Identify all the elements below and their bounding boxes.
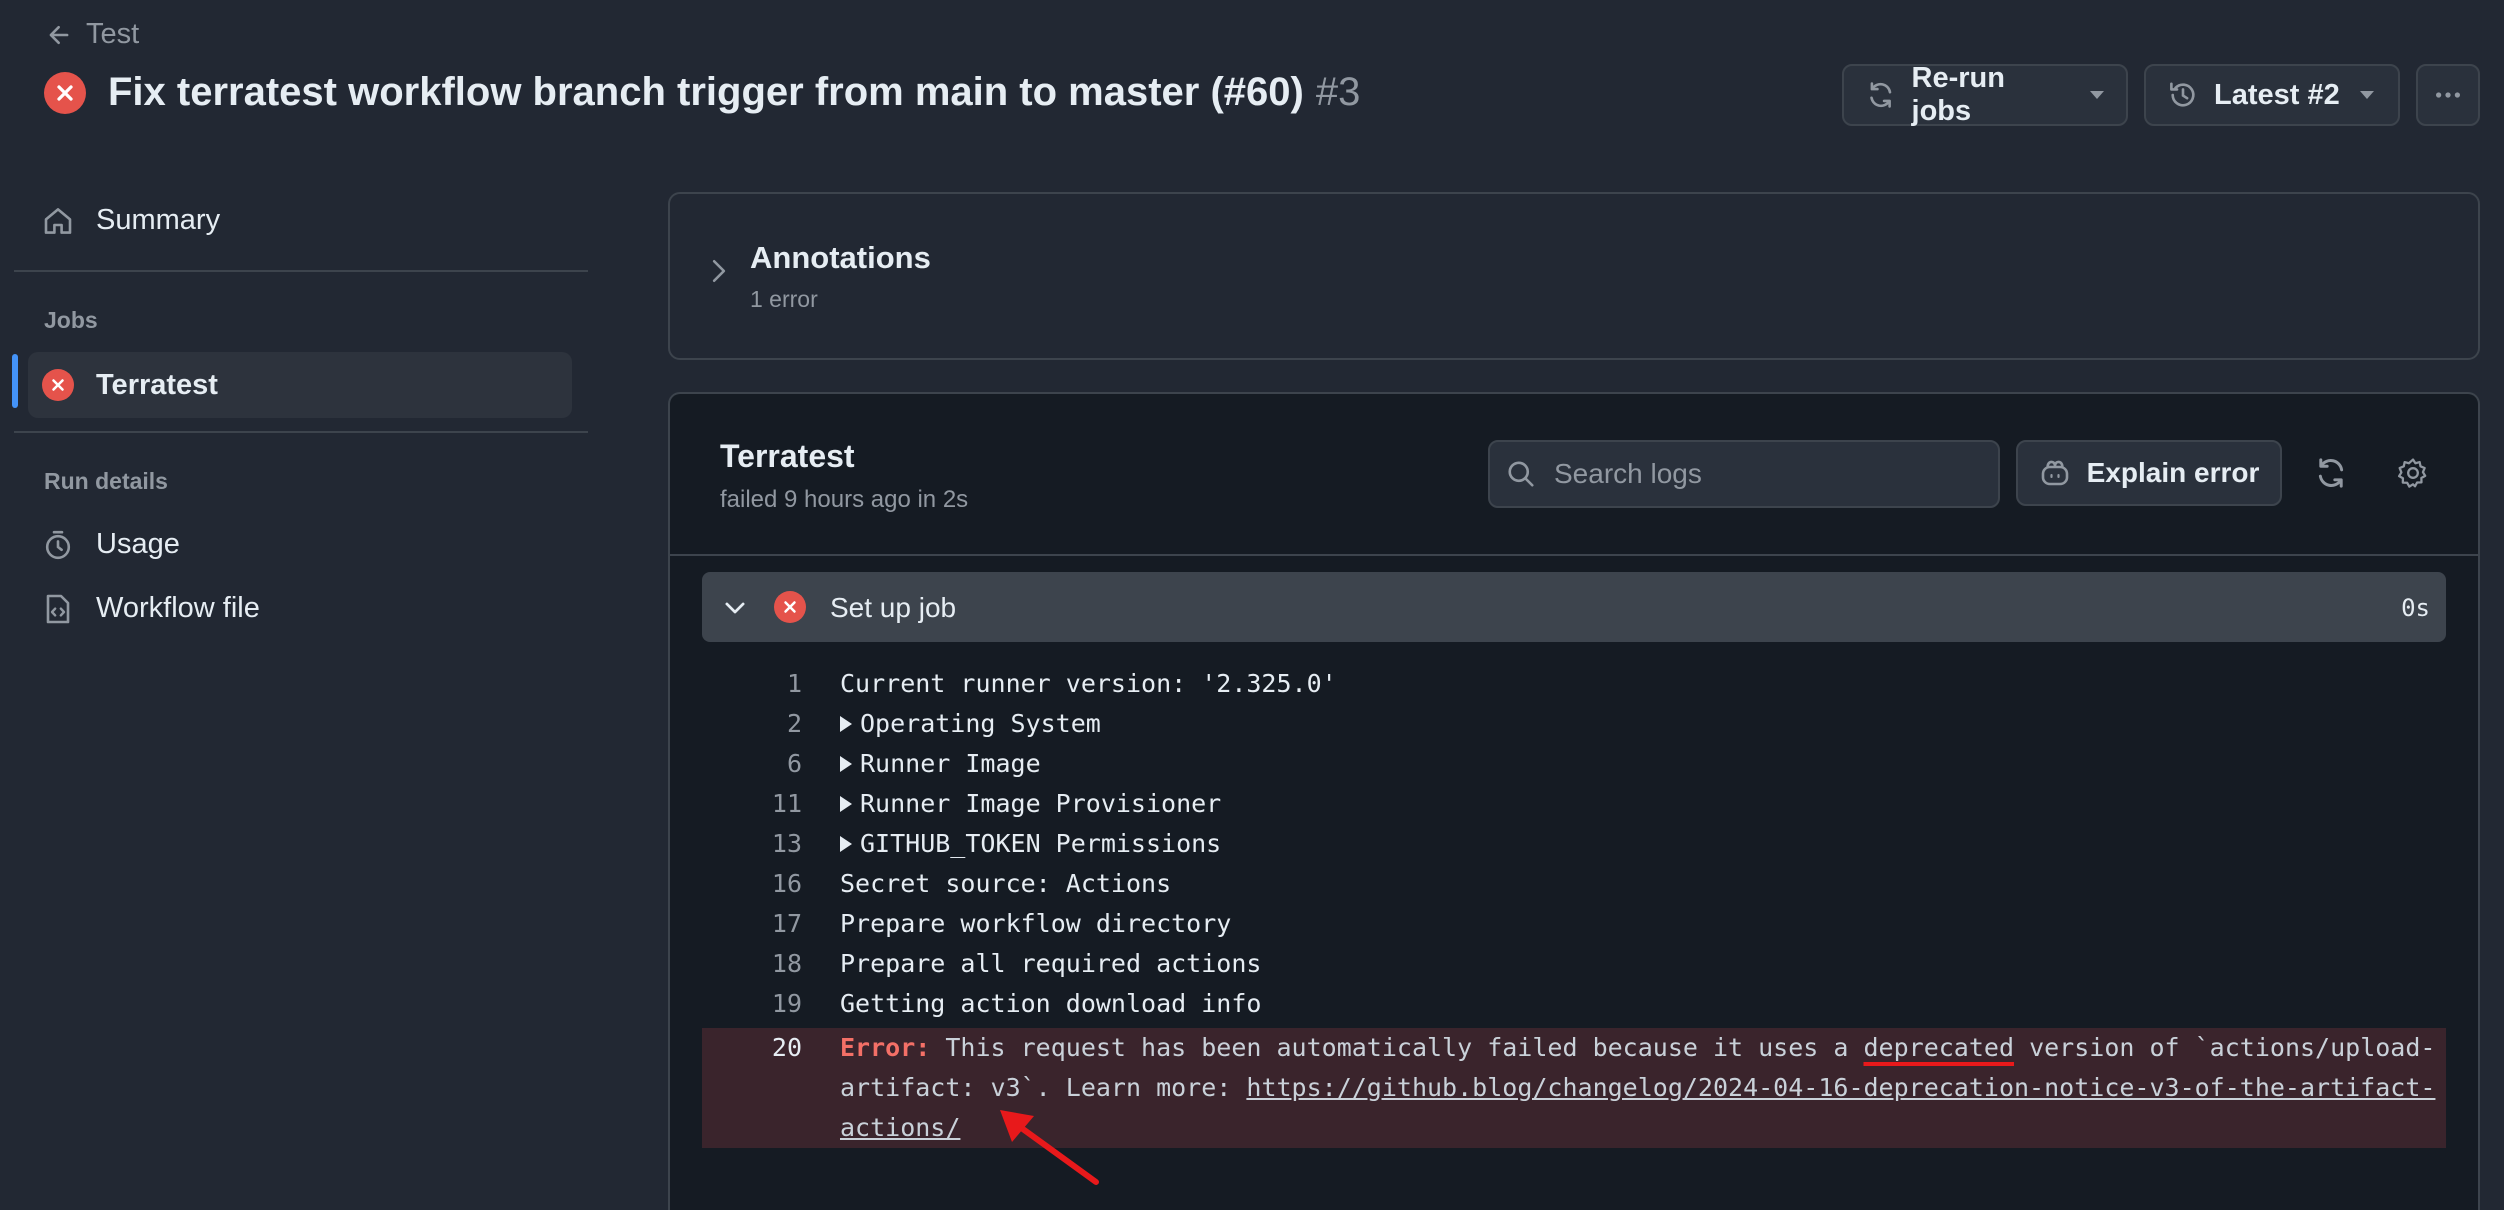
sidebar-item-usage[interactable]: Usage [42, 528, 180, 561]
log-text: Runner Image Provisioner [840, 784, 1221, 824]
log-text-content: Operating System [860, 709, 1101, 738]
step-name: Set up job [830, 592, 957, 623]
sidebar-item-workflow-file[interactable]: Workflow file [42, 592, 260, 625]
job-log-panel: Terratest failed 9 hours ago in 2s Searc… [668, 392, 2480, 1210]
log-line: 19 Getting action download info [702, 984, 2446, 1024]
log-line: 1 Current runner version: '2.325.0' [702, 664, 2446, 704]
log-line: 17 Prepare workflow directory [702, 904, 2446, 944]
line-number: 6 [786, 749, 802, 778]
log-text-content: Prepare all required actions [840, 949, 1262, 978]
log-text: Prepare all required actions [840, 944, 1261, 984]
refresh-logs-button[interactable] [2314, 456, 2348, 495]
sidebar-item-summary[interactable]: Summary [42, 204, 220, 237]
history-icon [2170, 82, 2195, 107]
sidebar-item-terratest[interactable]: Terratest [28, 352, 572, 418]
log-text: Prepare workflow directory [840, 904, 1231, 944]
chevron-down-icon [2090, 91, 2104, 99]
log-line[interactable]: 6 Runner Image [702, 744, 2446, 784]
log-text: Current runner version: '2.325.0' [840, 664, 1337, 704]
stopwatch-icon [45, 530, 71, 559]
more-options-button[interactable] [2416, 64, 2480, 126]
sidebar-divider [14, 270, 588, 272]
log-line: 18 Prepare all required actions [702, 944, 2446, 984]
explain-error-button[interactable]: Explain error [2016, 440, 2282, 506]
log-settings-button[interactable] [2396, 456, 2430, 495]
job-header-divider [670, 554, 2478, 556]
deprecated-highlight: deprecated [1863, 1033, 2015, 1062]
active-indicator [12, 354, 18, 408]
jobs-heading: Jobs [44, 307, 98, 333]
job-status-text: failed 9 hours ago in 2s [720, 486, 969, 513]
home-icon [44, 207, 72, 234]
sync-icon [1870, 82, 1892, 108]
gear-icon [2397, 458, 2427, 488]
log-text-content: Secret source: Actions [840, 869, 1172, 898]
failed-status-icon [44, 71, 86, 114]
run-number: #3 [1315, 70, 1361, 114]
line-number: 16 [771, 869, 802, 898]
latest-attempt-button[interactable]: Latest #2 [2144, 64, 2400, 126]
log-text: Runner Image [840, 744, 1041, 784]
failed-status-icon [774, 591, 806, 623]
back-link[interactable]: Test [46, 18, 139, 51]
failed-status-icon [42, 369, 74, 401]
line-number: 17 [771, 909, 802, 938]
line-number: 2 [786, 709, 802, 738]
step-set-up-job[interactable]: Set up job 0s [702, 572, 2446, 642]
error-log-line: 20 Error: This request has been automati… [702, 1028, 2446, 1148]
log-text: Operating System [840, 704, 1101, 744]
annotations-title: Annotations [750, 240, 931, 275]
sync-icon [2318, 458, 2344, 488]
log-text: Getting action download info [840, 984, 1261, 1024]
log-text-content: Prepare workflow directory [840, 909, 1232, 938]
annotations-panel[interactable]: Annotations 1 error [668, 192, 2480, 360]
back-link-label: Test [86, 18, 140, 50]
log-text: Secret source: Actions [840, 864, 1171, 904]
sidebar-divider [14, 431, 588, 433]
changelog-link-cont[interactable]: actions/ [840, 1113, 960, 1142]
line-number: 18 [771, 949, 802, 978]
kebab-horizontal-icon [2436, 92, 2460, 98]
step-duration: 0s [2401, 594, 2430, 622]
annotations-count: 1 error [750, 286, 818, 312]
log-line: 16 Secret source: Actions [702, 864, 2446, 904]
expand-triangle-icon[interactable] [840, 796, 852, 812]
expand-triangle-icon[interactable] [840, 716, 852, 732]
chevron-down-icon [2359, 91, 2374, 99]
line-number: 19 [771, 989, 802, 1018]
log-text-content: Runner Image Provisioner [860, 789, 1222, 818]
line-number: 20 [771, 1033, 802, 1062]
arrow-left-icon [49, 25, 69, 44]
log-line[interactable]: 13 GITHUB_TOKEN Permissions [702, 824, 2446, 864]
log-line[interactable]: 2 Operating System [702, 704, 2446, 744]
annotation-arrow [1000, 1110, 1099, 1185]
page-title: Fix terratest workflow branch trigger fr… [44, 70, 1360, 115]
line-number: 11 [771, 789, 802, 818]
expand-triangle-icon[interactable] [840, 836, 852, 852]
line-number: 13 [771, 829, 802, 858]
log-line[interactable]: 11 Runner Image Provisioner [702, 784, 2446, 824]
changelog-link[interactable]: https://github.blog/changelog/2024-04-16… [1246, 1073, 2435, 1102]
search-logs-input[interactable]: Search logs [1488, 440, 2000, 508]
search-placeholder: Search logs [1554, 458, 1702, 489]
job-title: Terratest [720, 438, 855, 474]
log-text: GITHUB_TOKEN Permissions [840, 824, 1221, 864]
run-details-heading: Run details [44, 468, 168, 494]
rerun-jobs-button[interactable]: Re-run jobs [1842, 62, 2128, 127]
file-code-icon [46, 594, 70, 623]
run-title: Fix terratest workflow branch trigger fr… [108, 70, 1304, 114]
search-icon [1508, 461, 1534, 487]
expand-triangle-icon[interactable] [840, 756, 852, 772]
copilot-icon [2041, 460, 2068, 486]
log-lines: 1 Current runner version: '2.325.0' 2 Opera… [702, 664, 2446, 1024]
log-text-content: GITHUB_TOKEN Permissions [860, 829, 1222, 858]
log-text-content: Current runner version: '2.325.0' [840, 669, 1337, 698]
chevron-right-icon [712, 259, 726, 283]
log-text-content: Getting action download info [840, 989, 1262, 1018]
error-prefix: Error: [840, 1033, 931, 1062]
log-text-content: Runner Image [860, 749, 1041, 778]
line-number: 1 [786, 669, 802, 698]
chevron-down-icon [725, 602, 745, 614]
